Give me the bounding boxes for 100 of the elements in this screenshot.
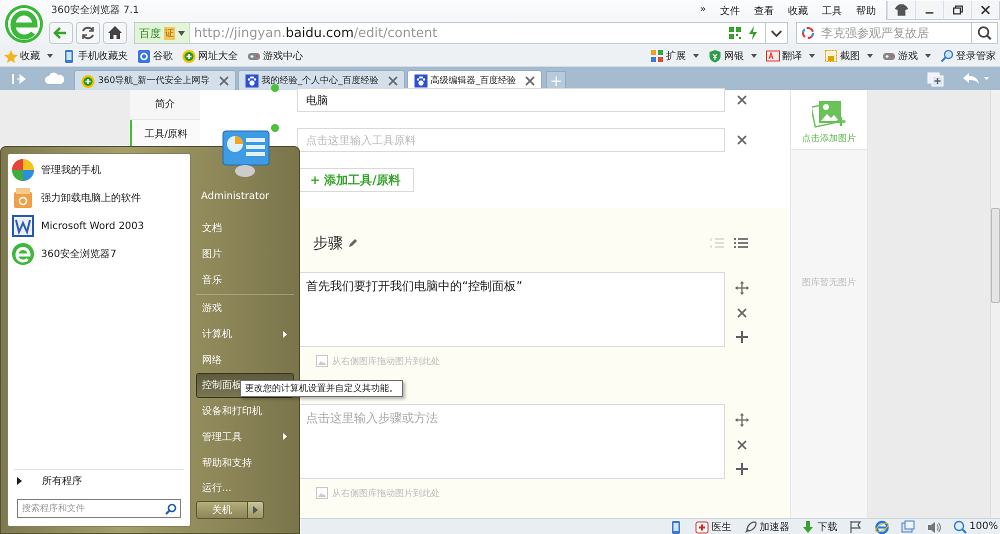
image-icon <box>316 487 328 499</box>
delete-icon[interactable] <box>737 95 747 105</box>
all-programs-item[interactable]: 所有程序 <box>14 469 184 491</box>
start-menu-item[interactable]: 设备和打印机 <box>196 398 294 424</box>
delete-icon[interactable] <box>737 308 747 318</box>
search-box[interactable]: 李克强参观严复故居 <box>796 22 998 44</box>
new-window-icon[interactable] <box>926 70 946 86</box>
phone-icon <box>62 48 76 62</box>
toolbar-item[interactable]: 翻译 <box>766 48 815 62</box>
grid-icon <box>650 48 664 62</box>
search-field[interactable]: 搜索程序和文件 <box>17 499 181 518</box>
rocket-icon <box>743 520 758 534</box>
program-item[interactable]: 强力卸载电脑上的软件 <box>8 184 190 212</box>
start-menu-item[interactable]: 运行... <box>196 475 294 502</box>
status-item[interactable] <box>875 520 890 534</box>
qr-code-icon[interactable] <box>729 27 741 39</box>
empty-gallery-text: 图库暂无图片 <box>801 276 857 289</box>
box-icon <box>11 186 35 210</box>
shutdown-options-button[interactable] <box>248 501 264 520</box>
plus-circle-icon <box>81 74 95 88</box>
plus-icon[interactable] <box>736 331 748 343</box>
doctor-icon <box>695 520 710 534</box>
plus-circle-icon <box>182 48 196 62</box>
start-menu-item[interactable]: 帮助和支持 <box>196 450 294 476</box>
start-menu-item[interactable]: 图片 <box>196 241 294 267</box>
start-menu-item[interactable]: 音乐 <box>196 266 294 293</box>
triangle-icon <box>17 476 22 484</box>
status-item[interactable] <box>901 520 916 534</box>
start-menu-item[interactable]: 计算机 <box>196 321 294 347</box>
status-item[interactable]: 医生 <box>695 520 732 534</box>
translate-icon <box>766 48 780 62</box>
program-item[interactable]: 360安全浏览器7 <box>8 240 190 268</box>
star-icon <box>4 48 18 62</box>
plus-icon[interactable] <box>736 463 748 475</box>
window-title: 360安全浏览器 7.1 <box>50 4 140 16</box>
bookmark-item[interactable]: 手机收藏夹 <box>62 48 128 62</box>
start-menu-item[interactable]: 游戏 <box>196 296 294 322</box>
toolbar-item[interactable]: 扩展 <box>650 48 699 62</box>
section-heading: 步骤 <box>313 234 343 252</box>
bookmark-item[interactable]: 谷歌 <box>137 48 173 62</box>
status-item[interactable] <box>849 520 864 534</box>
menu-item[interactable]: 工具 <box>822 4 842 18</box>
start-menu-item[interactable]: 文档 <box>196 216 294 242</box>
browser-tab[interactable]: 360导航_新一代安全上网导 <box>74 70 236 90</box>
program-item[interactable]: Microsoft Word 2003 <box>8 212 190 240</box>
start-menu-item[interactable]: 管理工具 <box>196 424 294 450</box>
user-name[interactable]: Administrator <box>196 190 294 216</box>
menu-item[interactable]: 文件 <box>720 4 740 18</box>
status-item[interactable]: 下载 <box>801 520 838 534</box>
certificate-badge: 证 <box>164 26 175 40</box>
close-icon[interactable] <box>525 76 536 86</box>
text-area[interactable]: 首先我们要打开我们电脑中的“控制面板” <box>297 272 725 347</box>
status-item[interactable]: 100% <box>953 520 998 534</box>
back-icon[interactable] <box>49 22 73 44</box>
paw-icon <box>244 74 259 88</box>
search-icon <box>165 503 177 515</box>
delete-icon[interactable] <box>737 440 747 450</box>
text-area[interactable]: 点击这里输入步骤或方法 <box>297 404 725 479</box>
refresh-icon[interactable] <box>76 22 100 44</box>
bookmark-item[interactable]: 收藏 <box>4 48 53 62</box>
bookmark-item[interactable]: 游戏中心 <box>247 48 303 62</box>
menu-item[interactable]: 帮助 <box>856 4 876 18</box>
status-item[interactable] <box>927 520 942 534</box>
input-field[interactable]: 电脑 <box>297 88 725 112</box>
status-item[interactable]: 加速器 <box>743 520 790 534</box>
tooltip: 更改您的计算机设置并自定义其功能。 <box>240 380 403 397</box>
lightning-icon[interactable] <box>748 26 758 40</box>
g-icon <box>137 48 151 62</box>
status-dot-icon <box>271 124 279 132</box>
bullet-list-icon[interactable] <box>734 237 748 249</box>
pencil-icon[interactable] <box>348 238 358 248</box>
side-nav-item[interactable]: 简介 <box>130 90 200 120</box>
toolbar-item[interactable]: 截图 <box>824 48 873 62</box>
menu-item[interactable]: 查看 <box>754 4 774 18</box>
caret-icon <box>178 30 185 36</box>
status-dot-icon <box>271 84 279 92</box>
scrollbar[interactable] <box>990 90 1000 518</box>
search-input[interactable]: 李克强参观严复故居 <box>819 25 971 41</box>
site-name: 百度 <box>139 26 161 40</box>
move-icon[interactable] <box>735 281 749 295</box>
image-add-icon <box>812 100 846 128</box>
toolbar-item[interactable]: 游戏 <box>882 48 931 62</box>
move-icon[interactable] <box>735 413 749 427</box>
url-text: http://jingyan.baidu.com/edit/content <box>193 26 438 40</box>
menu-item[interactable]: » <box>700 4 706 18</box>
address-bar[interactable]: 百度 证 http://jingyan.baidu.com/edit/content <box>134 22 788 44</box>
home-icon[interactable] <box>103 22 127 44</box>
toolbar-item[interactable]: 登录管家 <box>940 48 996 62</box>
menu-item[interactable]: 收藏 <box>788 4 808 18</box>
start-menu-item[interactable]: 网络 <box>196 346 294 373</box>
flag-icon <box>849 520 864 534</box>
browser-tab[interactable]: 高级编辑器_百度经验 <box>406 70 542 90</box>
input-field[interactable]: 点击这里输入工具原料 <box>297 128 725 152</box>
toolbar-item[interactable]: 网银 <box>708 48 757 62</box>
program-item[interactable]: 管理我的手机 <box>8 156 190 184</box>
image-icon <box>316 355 328 367</box>
site-badge[interactable]: 百度 证 <box>135 23 190 43</box>
bookmark-item[interactable]: 网址大全 <box>182 48 238 62</box>
delete-icon[interactable] <box>737 135 747 145</box>
browser-tab[interactable]: 我的经验_个人中心_百度经验 <box>238 70 405 90</box>
